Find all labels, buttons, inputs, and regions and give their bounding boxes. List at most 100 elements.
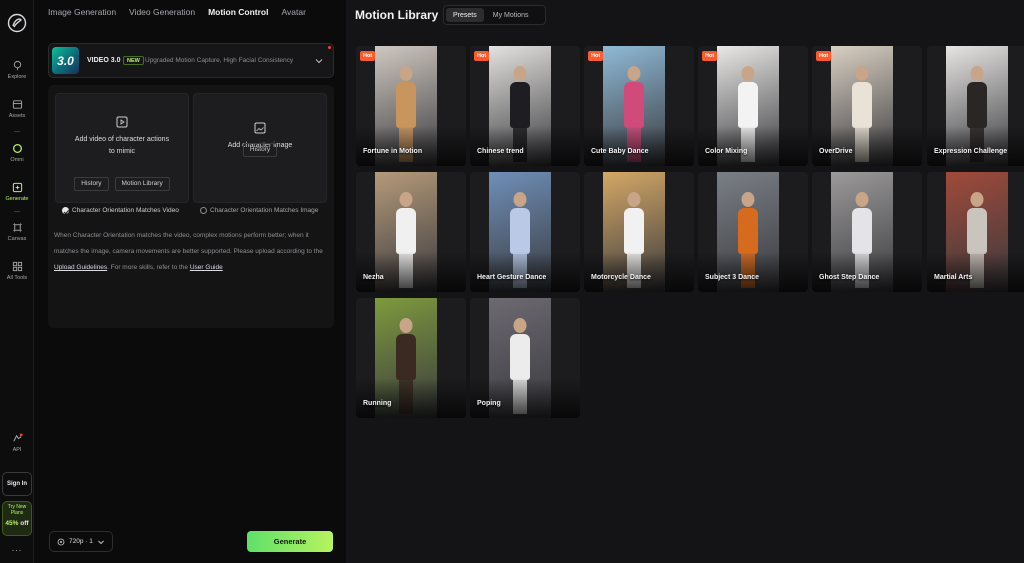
figure-body bbox=[510, 82, 530, 128]
canvas-icon bbox=[12, 222, 22, 233]
video-upload-label: Add video of character actions to mimic bbox=[74, 136, 170, 155]
motion-card[interactable]: Hot Chinese trend bbox=[470, 46, 580, 166]
motion-card[interactable]: Martial Arts bbox=[927, 172, 1024, 292]
resolution-value: 720p · 1 bbox=[69, 538, 93, 545]
motion-card[interactable]: Heart Gesture Dance bbox=[470, 172, 580, 292]
sidebar-item-all-tools[interactable]: All Tools bbox=[0, 261, 34, 281]
card-shade bbox=[584, 252, 694, 292]
library-title: Motion Library bbox=[355, 8, 439, 22]
tab-motion-control[interactable]: Motion Control bbox=[208, 7, 268, 19]
hot-badge: Hot bbox=[360, 51, 376, 61]
model-description: Upgraded Motion Capture, High Facial Con… bbox=[145, 57, 294, 64]
tab-image-generation[interactable]: Image Generation bbox=[48, 7, 116, 19]
tab-presets[interactable]: Presets bbox=[446, 8, 484, 22]
info-text: When Character Orientation matches the v… bbox=[54, 232, 323, 255]
sidebar-item-explore[interactable]: Explore bbox=[0, 60, 34, 80]
model-selector[interactable]: 3.0 VIDEO 3.0 NEW Upgraded Motion Captur… bbox=[48, 43, 334, 78]
motion-card-label: Motorcycle Dance bbox=[591, 274, 651, 281]
motion-card[interactable]: Expression Challenge bbox=[927, 46, 1024, 166]
user-guide-link[interactable]: User Guide bbox=[190, 264, 223, 271]
card-shade bbox=[356, 378, 466, 418]
motion-card-label: Color Mixing bbox=[705, 148, 748, 155]
motion-card[interactable]: Hot OverDrive bbox=[812, 46, 922, 166]
hot-badge: Hot bbox=[588, 51, 604, 61]
card-shade bbox=[812, 252, 922, 292]
settings-icon bbox=[57, 538, 65, 545]
motion-card[interactable]: Nezha bbox=[356, 172, 466, 292]
card-shade bbox=[927, 252, 1024, 292]
sign-in-button[interactable]: Sign In bbox=[2, 472, 32, 496]
motion-card[interactable]: Hot Color Mixing bbox=[698, 46, 808, 166]
motion-library-button[interactable]: Motion Library bbox=[114, 177, 170, 191]
promo-plans-button[interactable]: Try New Plans 45% off bbox=[2, 501, 32, 536]
sidebar-item-assets[interactable]: Assets bbox=[0, 99, 34, 119]
promo-discount: 45% off bbox=[3, 520, 31, 527]
image-history-button[interactable]: History bbox=[242, 143, 278, 157]
motion-card-label: Martial Arts bbox=[934, 274, 973, 281]
orientation-info-text: When Character Orientation matches the v… bbox=[54, 228, 328, 276]
motion-card[interactable]: Hot Fortune in Motion bbox=[356, 46, 466, 166]
motion-card[interactable]: Subject 3 Dance bbox=[698, 172, 808, 292]
figure-body bbox=[396, 82, 416, 128]
figure-head bbox=[627, 192, 641, 207]
notification-dot bbox=[328, 46, 331, 49]
figure-head bbox=[970, 66, 984, 81]
figure-head bbox=[399, 318, 413, 333]
orientation-video-option[interactable]: Character Orientation Matches Video bbox=[62, 207, 179, 214]
figure-head bbox=[513, 192, 527, 207]
motion-card[interactable]: Motorcycle Dance bbox=[584, 172, 694, 292]
sidebar-item-label: API bbox=[12, 447, 22, 453]
sidebar-item-omni[interactable]: Omni bbox=[0, 143, 34, 163]
motion-card[interactable]: Poping bbox=[470, 298, 580, 418]
app-logo-icon[interactable] bbox=[7, 13, 27, 33]
card-shade bbox=[698, 252, 808, 292]
orientation-image-label: Character Orientation Matches Image bbox=[210, 207, 319, 214]
figure-head bbox=[399, 66, 413, 81]
video-history-button[interactable]: History bbox=[74, 177, 109, 191]
promo-percent: 45% bbox=[5, 520, 19, 527]
sidebar-item-canvas[interactable]: Canvas bbox=[0, 222, 34, 242]
motion-card-label: Expression Challenge bbox=[934, 148, 1008, 155]
resolution-selector[interactable]: 720p · 1 bbox=[49, 531, 113, 552]
sidebar-item-generate[interactable]: Generate bbox=[0, 182, 34, 202]
sidebar-item-label: Explore bbox=[7, 74, 27, 80]
video-upload-area[interactable]: Add video of character actions to mimic … bbox=[55, 93, 189, 203]
sidebar-item-label: All Tools bbox=[6, 275, 28, 281]
chevron-down-icon bbox=[315, 59, 323, 64]
upload-guidelines-link[interactable]: Upload Guidelines bbox=[54, 264, 107, 271]
orientation-image-option[interactable]: Character Orientation Matches Image bbox=[200, 207, 318, 214]
card-shade bbox=[356, 252, 466, 292]
image-upload-icon bbox=[254, 122, 266, 134]
hot-badge: Hot bbox=[816, 51, 832, 61]
tab-my-motions[interactable]: My Motions bbox=[486, 8, 536, 22]
video-upload-icon bbox=[116, 116, 128, 128]
figure-body bbox=[852, 82, 872, 128]
figure-body bbox=[624, 208, 644, 254]
hot-badge: Hot bbox=[702, 51, 718, 61]
figure-head bbox=[513, 66, 527, 81]
figure-head bbox=[855, 192, 869, 207]
info-text-mid: . For more skills, refer to the bbox=[107, 264, 189, 271]
hot-badge: Hot bbox=[474, 51, 490, 61]
figure-head bbox=[513, 318, 527, 333]
card-shade bbox=[470, 378, 580, 418]
generate-icon bbox=[12, 182, 22, 193]
generate-button[interactable]: Generate bbox=[247, 531, 333, 552]
motion-card[interactable]: Hot Cute Baby Dance bbox=[584, 46, 694, 166]
tab-avatar[interactable]: Avatar bbox=[282, 7, 306, 19]
tab-video-generation[interactable]: Video Generation bbox=[129, 7, 195, 19]
compass-icon bbox=[13, 60, 21, 71]
motion-card-label: Subject 3 Dance bbox=[705, 274, 760, 281]
figure-body bbox=[738, 82, 758, 128]
image-upload-area[interactable]: Add character image History bbox=[193, 93, 327, 203]
radio-checked-icon bbox=[62, 207, 69, 214]
api-icon bbox=[12, 433, 23, 442]
motion-card-label: Chinese trend bbox=[477, 148, 524, 155]
more-icon[interactable]: ... bbox=[0, 543, 34, 553]
figure-body bbox=[510, 208, 530, 254]
motion-card-label: OverDrive bbox=[819, 148, 853, 155]
motion-card[interactable]: Ghost Step Dance bbox=[812, 172, 922, 292]
motion-card[interactable]: Running bbox=[356, 298, 466, 418]
sidebar-item-api[interactable]: API bbox=[0, 433, 34, 453]
figure-body bbox=[967, 82, 987, 128]
